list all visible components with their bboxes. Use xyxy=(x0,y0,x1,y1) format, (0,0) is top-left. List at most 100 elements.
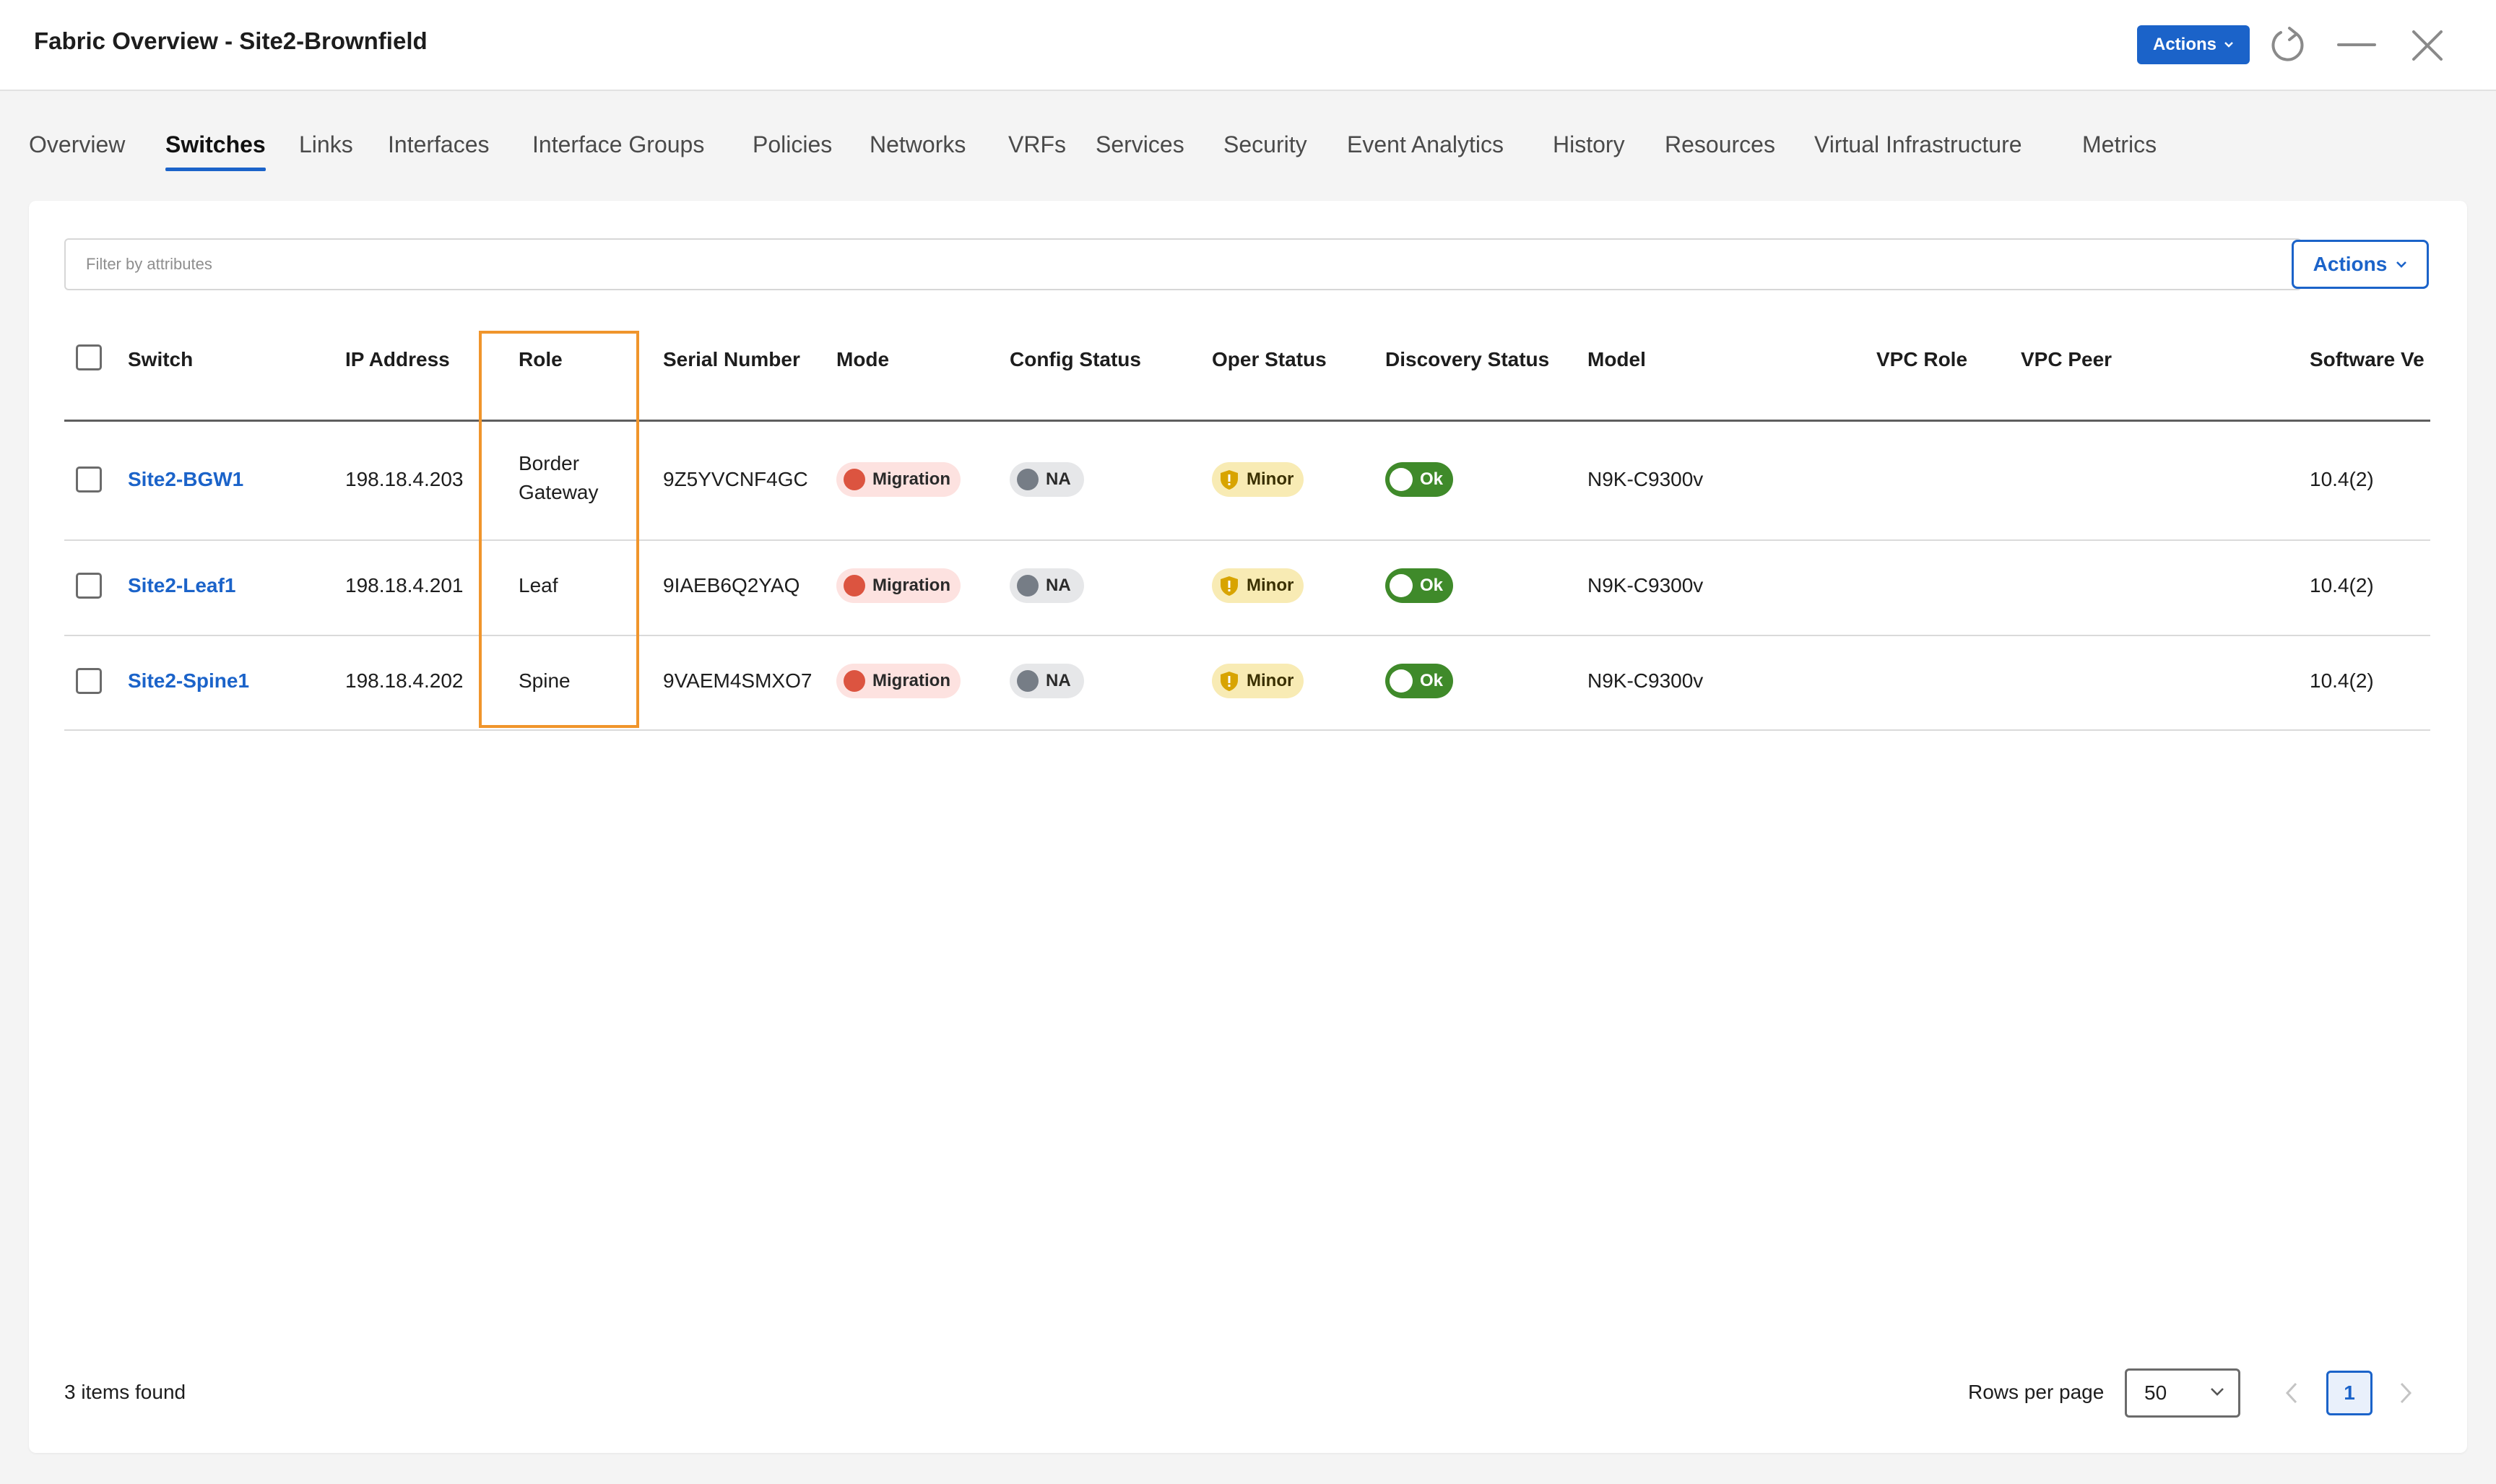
tab-resources[interactable]: Resources xyxy=(1665,127,1775,162)
switch-name-link[interactable]: Site2-BGW1 xyxy=(128,468,243,491)
tab-overview[interactable]: Overview xyxy=(29,127,125,162)
filter-input[interactable] xyxy=(64,238,2302,290)
ip-address: 198.18.4.203 xyxy=(345,468,464,490)
role: Spine xyxy=(519,669,571,692)
tab-interfaces[interactable]: Interfaces xyxy=(388,127,490,162)
column-header-switch[interactable]: Switch xyxy=(128,348,193,371)
role-column-highlight xyxy=(479,331,639,728)
column-header-vpc-role[interactable]: VPC Role xyxy=(1876,348,1967,371)
chevron-down-icon xyxy=(2211,1388,2224,1396)
serial-number: 9IAEB6Q2YAQ xyxy=(663,574,800,596)
model: N9K-C9300v xyxy=(1587,574,1704,596)
model: N9K-C9300v xyxy=(1587,468,1704,490)
status-dot-icon xyxy=(844,575,865,596)
status-dot-icon xyxy=(1390,574,1413,597)
previous-page-icon[interactable] xyxy=(2284,1381,2300,1405)
page-title: Fabric Overview - Site2-Brownfield xyxy=(34,27,428,54)
tab-metrics[interactable]: Metrics xyxy=(2082,127,2157,162)
discovery-status-label: Ok xyxy=(1420,469,1444,489)
tab-switches[interactable]: Switches xyxy=(165,127,266,171)
column-header-model[interactable]: Model xyxy=(1587,348,1646,371)
mode-label: Migration xyxy=(872,469,950,489)
mode-badge: Migration xyxy=(836,568,961,603)
config-status-label: NA xyxy=(1046,576,1071,595)
table-header-divider xyxy=(64,420,2430,422)
header-actions-label: Actions xyxy=(2152,35,2216,54)
status-dot-icon xyxy=(1017,469,1039,490)
tab-interface-groups[interactable]: Interface Groups xyxy=(532,127,704,162)
tab-security[interactable]: Security xyxy=(1223,127,1307,162)
shield-warning-icon xyxy=(1221,470,1238,490)
switches-panel: Actions Switch IP Address Role Serial Nu… xyxy=(29,201,2467,1453)
minimize-icon[interactable] xyxy=(2337,42,2376,48)
discovery-status-label: Ok xyxy=(1420,576,1444,595)
column-header-ip-address[interactable]: IP Address xyxy=(345,348,450,371)
refresh-icon[interactable] xyxy=(2268,24,2308,66)
column-header-oper-status[interactable]: Oper Status xyxy=(1212,348,1327,371)
software-version: 10.4(2) xyxy=(2310,574,2374,596)
row-checkbox[interactable] xyxy=(76,573,102,599)
switch-name-link[interactable]: Site2-Spine1 xyxy=(128,669,249,693)
tab-links[interactable]: Links xyxy=(299,127,353,162)
oper-status-badge: Minor xyxy=(1212,462,1304,497)
column-header-mode[interactable]: Mode xyxy=(836,348,889,371)
select-all-checkbox[interactable] xyxy=(76,344,102,370)
chevron-down-icon xyxy=(2396,261,2407,268)
page-number-button[interactable]: 1 xyxy=(2326,1371,2372,1415)
column-header-software-version[interactable]: Software Ve xyxy=(2310,348,2424,371)
switch-name-link[interactable]: Site2-Leaf1 xyxy=(128,574,235,597)
next-page-icon[interactable] xyxy=(2398,1381,2414,1405)
status-dot-icon xyxy=(1390,669,1413,693)
config-status-label: NA xyxy=(1046,671,1071,690)
tab-history[interactable]: History xyxy=(1553,127,1625,162)
column-header-vpc-peer[interactable]: VPC Peer xyxy=(2021,348,2112,371)
oper-status-label: Minor xyxy=(1247,469,1294,489)
row-divider xyxy=(64,539,2430,541)
oper-status-label: Minor xyxy=(1247,576,1294,595)
software-version: 10.4(2) xyxy=(2310,669,2374,692)
discovery-status-label: Ok xyxy=(1420,671,1444,690)
tab-policies[interactable]: Policies xyxy=(753,127,832,162)
close-icon[interactable] xyxy=(2409,27,2445,64)
rows-per-page-select[interactable]: 50 xyxy=(2125,1368,2240,1418)
row-checkbox[interactable] xyxy=(76,467,102,493)
tab-vrfs[interactable]: VRFs xyxy=(1008,127,1066,162)
mode-badge: Migration xyxy=(836,664,961,698)
discovery-status-badge: Ok xyxy=(1385,462,1454,497)
window-header: Fabric Overview - Site2-Brownfield Actio… xyxy=(0,0,2496,91)
column-header-serial-number[interactable]: Serial Number xyxy=(663,348,800,371)
role: Leaf xyxy=(519,574,558,596)
model: N9K-C9300v xyxy=(1587,669,1704,692)
software-version: 10.4(2) xyxy=(2310,468,2374,490)
discovery-status-badge: Ok xyxy=(1385,568,1454,603)
row-divider xyxy=(64,635,2430,636)
status-dot-icon xyxy=(844,670,865,692)
ip-address: 198.18.4.202 xyxy=(345,669,464,692)
chevron-down-icon xyxy=(2224,42,2233,48)
oper-status-badge: Minor xyxy=(1212,664,1304,698)
header-actions-button[interactable]: Actions xyxy=(2137,25,2250,64)
ip-address: 198.18.4.201 xyxy=(345,574,464,596)
oper-status-label: Minor xyxy=(1247,671,1294,690)
tab-networks[interactable]: Networks xyxy=(870,127,966,162)
tab-services[interactable]: Services xyxy=(1096,127,1184,162)
serial-number: 9Z5YVCNF4GC xyxy=(663,468,808,490)
row-checkbox[interactable] xyxy=(76,668,102,694)
column-header-discovery-status[interactable]: Discovery Status xyxy=(1385,348,1549,371)
config-status-label: NA xyxy=(1046,469,1071,489)
column-header-config-status[interactable]: Config Status xyxy=(1010,348,1141,371)
config-status-badge: NA xyxy=(1010,664,1084,698)
config-status-badge: NA xyxy=(1010,568,1084,603)
row-divider xyxy=(64,729,2430,731)
oper-status-badge: Minor xyxy=(1212,568,1304,603)
tab-event-analytics[interactable]: Event Analytics xyxy=(1347,127,1504,162)
items-found-count: 3 items found xyxy=(64,1381,186,1403)
status-dot-icon xyxy=(844,469,865,490)
table-actions-button[interactable]: Actions xyxy=(2292,240,2429,289)
tab-virtual-infrastructure[interactable]: Virtual Infrastructure xyxy=(1814,127,2022,162)
serial-number: 9VAEM4SMXO7 xyxy=(663,669,812,692)
status-dot-icon xyxy=(1390,468,1413,491)
rows-per-page-value: 50 xyxy=(2144,1381,2167,1404)
column-header-role[interactable]: Role xyxy=(519,348,563,371)
rows-per-page-label: Rows per page xyxy=(1968,1381,2105,1403)
